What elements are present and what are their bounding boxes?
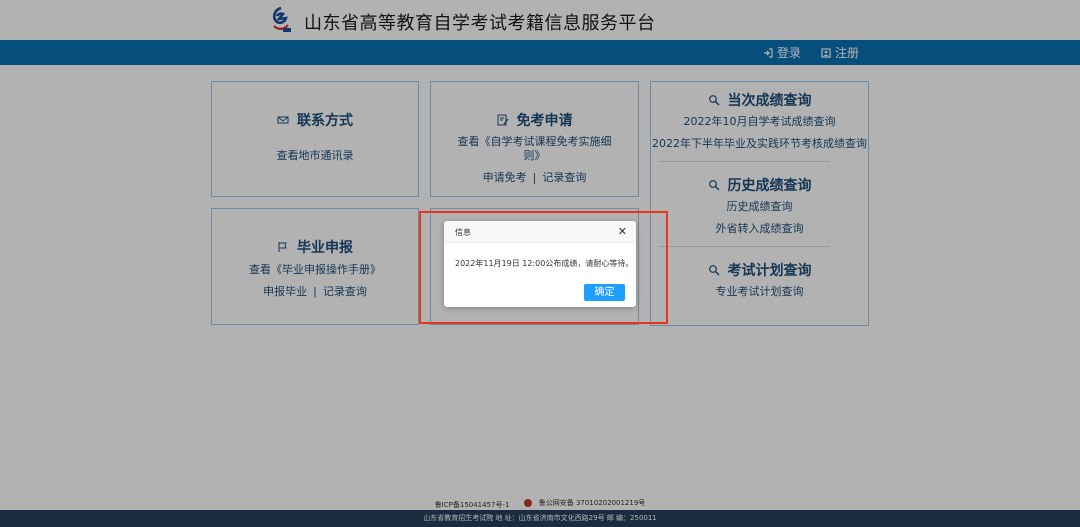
close-icon[interactable]: ✕ bbox=[618, 225, 627, 238]
dialog-message: 2022年11月19日 12:00公布成绩，请耐心等待。 bbox=[455, 259, 634, 268]
dialog-header: 信息 ✕ bbox=[444, 221, 636, 243]
dialog-title: 信息 bbox=[455, 228, 471, 237]
info-dialog: 信息 ✕ 2022年11月19日 12:00公布成绩，请耐心等待。 确定 bbox=[444, 221, 636, 307]
confirm-button[interactable]: 确定 bbox=[584, 284, 625, 301]
